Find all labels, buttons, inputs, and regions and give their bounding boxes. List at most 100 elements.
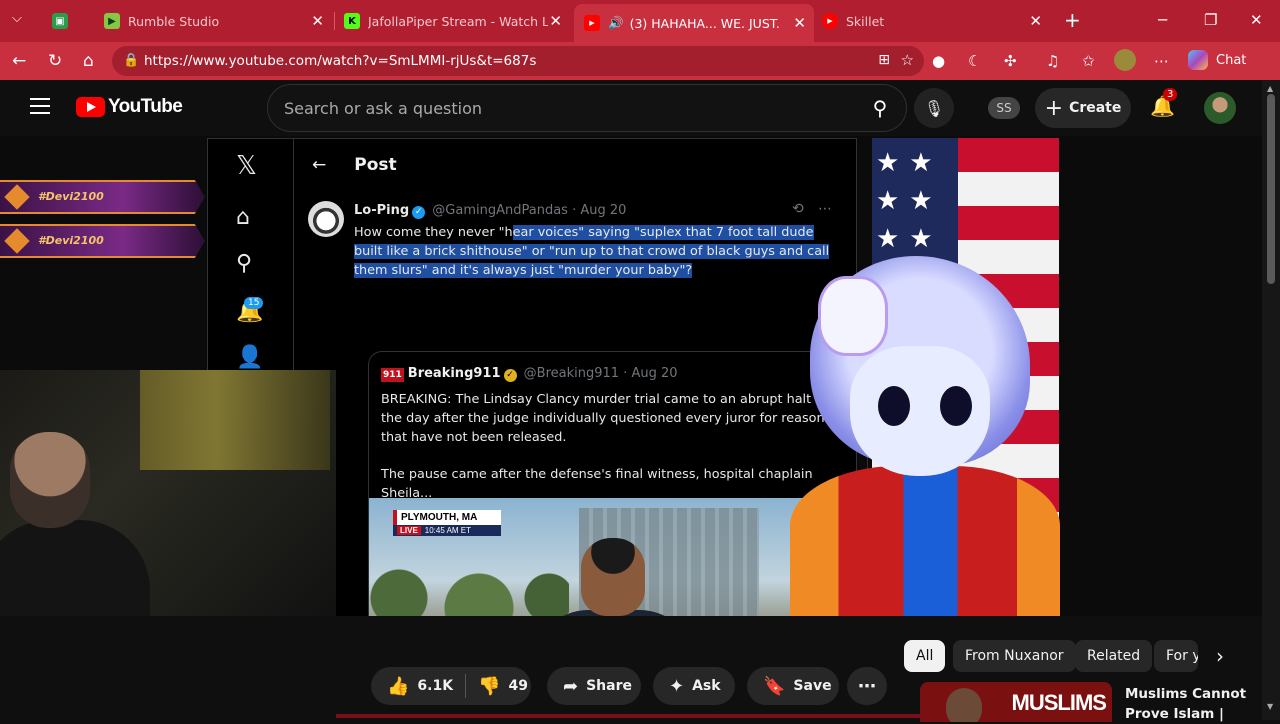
copilot-icon bbox=[1188, 50, 1208, 70]
notification-count: 3 bbox=[1163, 88, 1178, 101]
extension-green-icon[interactable]: ● bbox=[932, 52, 945, 70]
search-box[interactable]: Search or ask a question ⚲ bbox=[267, 84, 907, 132]
dark-mode-moon-icon[interactable]: ☾ bbox=[968, 52, 981, 70]
like-count[interactable]: 6.1K bbox=[417, 678, 453, 694]
streamer-body bbox=[0, 520, 150, 616]
chevron-right-icon[interactable]: › bbox=[1204, 640, 1236, 672]
tab-close-icon[interactable]: ✕ bbox=[1029, 12, 1042, 30]
chip-from-nuxanor[interactable]: From Nuxanor bbox=[953, 640, 1076, 672]
tab-close-icon[interactable]: ✕ bbox=[549, 12, 562, 30]
more-actions-icon[interactable]: ⋯ bbox=[847, 667, 887, 705]
banner-badge-icon bbox=[4, 184, 30, 210]
scroll-down-icon[interactable]: ▼ bbox=[1267, 702, 1273, 711]
chip-related[interactable]: Related bbox=[1075, 640, 1153, 672]
copilot-chat-button[interactable]: Chat bbox=[1188, 50, 1246, 70]
dislike-thumb-icon[interactable]: 👎 bbox=[478, 676, 500, 697]
browser-tab-bar: ⌵ ▣ ▶ Rumble Studio ✕ K JafollaPiper Str… bbox=[0, 0, 1280, 42]
search-icon[interactable]: ⚲ bbox=[862, 90, 898, 126]
search-input[interactable]: Search or ask a question bbox=[284, 99, 482, 118]
chip-all[interactable]: All bbox=[904, 640, 946, 672]
extensions-puzzle-icon[interactable]: ✣ bbox=[1004, 52, 1017, 70]
minimize-icon[interactable]: ─ bbox=[1158, 11, 1167, 29]
save-label: Save bbox=[793, 678, 832, 694]
tab-rumble-studio[interactable]: ▶ Rumble Studio ✕ bbox=[96, 6, 332, 36]
tab-close-icon[interactable]: ✕ bbox=[793, 14, 806, 32]
dislike-count[interactable]: 49 bbox=[509, 678, 528, 694]
post-date: · Aug 20 bbox=[572, 203, 627, 218]
like-thumb-icon[interactable]: 👍 bbox=[387, 676, 409, 697]
tab-skillet[interactable]: ▶ Skillet ✕ bbox=[816, 6, 1050, 36]
tab-title: Rumble Studio bbox=[128, 13, 220, 29]
hamburger-menu-icon[interactable] bbox=[30, 98, 50, 114]
url-field[interactable]: 🔒 https://www.youtube.com/watch?v=SmLMMI… bbox=[112, 46, 924, 76]
streamer-head bbox=[10, 432, 90, 528]
favorites-icon[interactable]: ✩ bbox=[1082, 52, 1095, 70]
x-logo-icon[interactable]: 𝕏 bbox=[236, 151, 257, 181]
scroll-up-icon[interactable]: ▲ bbox=[1267, 84, 1273, 93]
scrollbar-thumb[interactable] bbox=[1267, 94, 1275, 284]
restore-icon[interactable]: ❐ bbox=[1204, 11, 1217, 29]
home-icon[interactable]: ⌂ bbox=[236, 205, 250, 230]
chip-for-you[interactable]: For y bbox=[1154, 640, 1198, 672]
tab-youtube-active[interactable]: ▶ 🔊 (3) HAHAHA... WE. JUST. W ✕ bbox=[574, 4, 814, 42]
more-menu-icon[interactable]: ⋯ bbox=[1154, 52, 1169, 70]
lock-icon: 🔒 bbox=[123, 53, 140, 68]
account-avatar[interactable] bbox=[1204, 92, 1236, 124]
explore-search-icon[interactable]: ⚲ bbox=[236, 251, 252, 276]
pinned-app-icon: ▣ bbox=[52, 13, 68, 29]
tweet-text-plain: How come they never "h bbox=[354, 225, 513, 240]
overlay-tag: #Devi2100 bbox=[38, 190, 104, 203]
create-button[interactable]: + Create bbox=[1035, 88, 1131, 128]
browser-address-bar: ← ↻ ⌂ 🔒 https://www.youtube.com/watch?v=… bbox=[0, 42, 1280, 80]
thumbnail-face bbox=[946, 688, 982, 722]
author-avatar[interactable] bbox=[308, 201, 344, 237]
tab-close-icon[interactable]: ✕ bbox=[311, 12, 324, 30]
share-label: Share bbox=[586, 678, 632, 694]
live-time-bar: LIVE 10:45 AM ET bbox=[393, 525, 501, 536]
share-button[interactable]: ➦ Share bbox=[547, 667, 641, 705]
youtube-logo[interactable]: YouTube bbox=[76, 96, 183, 118]
speaker-icon[interactable]: 🔊 bbox=[608, 15, 624, 31]
back-arrow-icon[interactable]: ← bbox=[12, 51, 26, 71]
video-player[interactable]: #Devi2100 #Devi2100 𝕏 ⌂ ⚲ 🔔 15 👤 ← Post … bbox=[0, 136, 1262, 681]
ask-button[interactable]: ✦ Ask bbox=[653, 667, 735, 705]
tab-kick-stream[interactable]: K JafollaPiper Stream - Watch Live o ✕ bbox=[336, 6, 570, 36]
quoted-author-handle: @Breaking911 bbox=[523, 366, 620, 381]
share-arrow-icon: ➦ bbox=[563, 675, 579, 697]
youtube-wordmark: YouTube bbox=[108, 96, 183, 117]
new-tab-plus-icon[interactable]: + bbox=[1064, 8, 1081, 32]
youtube-icon: ▶ bbox=[584, 15, 600, 31]
split-screen-icon[interactable]: ⊞ bbox=[878, 52, 890, 68]
window-close-icon[interactable]: ✕ bbox=[1250, 11, 1263, 29]
follow-user-icon[interactable]: 👤 bbox=[236, 345, 263, 370]
quoted-date: · Aug 20 bbox=[623, 366, 678, 381]
author-handle[interactable]: @GamingAndPandas bbox=[432, 203, 568, 218]
grok-icon[interactable]: ⟲ bbox=[792, 201, 804, 217]
youtube-icon: ▶ bbox=[822, 13, 838, 29]
pinned-tab[interactable]: ▣ bbox=[52, 6, 80, 36]
reload-icon[interactable]: ↻ bbox=[48, 51, 62, 71]
related-video-title[interactable]: Muslims Cannot Prove Islam | bbox=[1125, 684, 1255, 724]
news-location-lower-third: PLYMOUTH, MA LIVE 10:45 AM ET bbox=[393, 510, 501, 536]
back-arrow-icon[interactable]: ← bbox=[312, 155, 326, 175]
home-icon[interactable]: ⌂ bbox=[83, 51, 94, 71]
vtuber-eye bbox=[878, 386, 910, 426]
save-button[interactable]: 🔖 Save bbox=[747, 667, 839, 705]
stream-overlay-banners: #Devi2100 #Devi2100 bbox=[0, 180, 205, 280]
tab-menu-chevron-icon[interactable]: ⌵ bbox=[12, 11, 22, 26]
more-options-icon[interactable]: ⋯ bbox=[818, 201, 832, 217]
kick-icon: K bbox=[344, 13, 360, 29]
profile-avatar-icon[interactable] bbox=[1114, 49, 1136, 71]
profile-initials-badge[interactable]: SS bbox=[988, 97, 1020, 119]
vtuber-avatar bbox=[790, 256, 1060, 616]
voice-search-mic-icon[interactable]: 🎙 bbox=[914, 88, 954, 128]
author-name[interactable]: Lo-Ping bbox=[354, 203, 409, 218]
notifications-bell-icon[interactable]: 🔔 3 bbox=[1150, 88, 1178, 118]
favorite-star-icon[interactable]: ☆ bbox=[901, 51, 914, 69]
media-control-icon[interactable]: ♫ bbox=[1046, 52, 1059, 70]
page-scrollbar[interactable]: ▲ ▼ bbox=[1262, 80, 1280, 720]
vtuber-eye bbox=[940, 386, 972, 426]
notification-badge: 15 bbox=[244, 297, 264, 309]
sparkle-icon: ✦ bbox=[669, 675, 685, 697]
related-video-thumbnail[interactable]: MUSLIMS bbox=[920, 682, 1112, 722]
